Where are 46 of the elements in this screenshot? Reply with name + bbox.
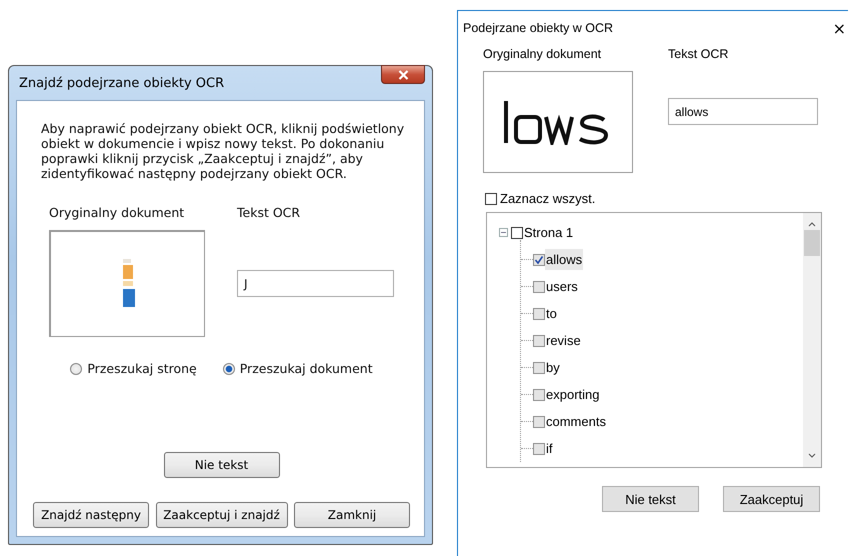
scan-fragment-drawing <box>120 259 134 309</box>
dialog-button[interactable]: Zamknij <box>294 502 410 528</box>
tree-item[interactable]: exporting <box>545 384 600 405</box>
instructions-text: Aby naprawić podejrzany obiekt OCR, kliknij podświetlony obiekt w dokumencie i wpisz nowy tekst. Po dokonaniu poprawki kliknij przycisk „Zaakceptuj i znajdź”, aby zidentyfikować następny podejrzany obiekt OCR. <box>41 121 406 181</box>
close-button[interactable] <box>381 65 425 84</box>
checkbox-icon[interactable] <box>533 334 545 346</box>
tree-item[interactable]: if <box>545 438 554 459</box>
tree-item[interactable]: users <box>545 276 579 297</box>
ocr-text-field[interactable]: J <box>237 270 394 297</box>
scrollbar-thumb[interactable] <box>804 230 820 256</box>
search-scope-radio[interactable]: Przeszukaj dokument <box>222 361 373 376</box>
window-title: Podejrzane obiekty w OCR <box>463 21 614 35</box>
check-icon <box>534 254 544 264</box>
tree-item[interactable]: revise <box>545 330 582 351</box>
checkbox-icon[interactable] <box>533 416 545 428</box>
checkbox-icon[interactable] <box>533 388 545 400</box>
ocr-text-field[interactable]: allows <box>668 98 818 125</box>
dialog-button[interactable]: Zaakceptuj i znajdź <box>156 502 288 528</box>
search-scope-radio[interactable]: Przeszukaj stronę <box>70 361 197 376</box>
ocr-text-label: Tekst OCR <box>237 205 302 220</box>
checkbox-icon[interactable] <box>533 308 545 320</box>
not-text-button[interactable]: Nie tekst <box>164 452 280 478</box>
checkbox-icon[interactable] <box>533 442 545 454</box>
checkbox-icon[interactable] <box>533 280 545 292</box>
window-title: Znajdź podejrzane obiekty OCR <box>18 76 224 90</box>
checkbox-icon[interactable] <box>533 362 545 374</box>
tree-item[interactable]: Strona 1 <box>523 222 574 243</box>
original-document-label: Oryginalny dokument <box>483 47 602 61</box>
close-icon <box>398 70 408 80</box>
dialog-button[interactable]: Znajdź następny <box>33 502 149 528</box>
tree-item[interactable]: to <box>545 303 558 324</box>
scrollbar[interactable] <box>803 213 821 467</box>
collapse-toggle[interactable]: − <box>499 228 508 237</box>
tree-item[interactable]: comments <box>545 411 607 432</box>
checkbox-icon[interactable] <box>533 254 545 266</box>
tree-item[interactable]: allows <box>545 249 584 270</box>
dialog-button[interactable]: Nie tekst <box>602 486 699 512</box>
close-button[interactable]: × <box>832 18 848 38</box>
original-document-label: Oryginalny dokument <box>49 205 186 220</box>
ocr-text-label: Tekst OCR <box>668 47 730 61</box>
chevron-up-icon <box>808 221 816 227</box>
dialog-button[interactable]: Zaakceptuj <box>723 486 820 512</box>
select-all-checkbox[interactable]: Zaznacz wszyst. <box>485 191 848 206</box>
tree-item[interactable]: by <box>545 357 561 378</box>
chevron-down-icon <box>808 453 816 459</box>
checkbox-icon[interactable] <box>511 226 523 238</box>
